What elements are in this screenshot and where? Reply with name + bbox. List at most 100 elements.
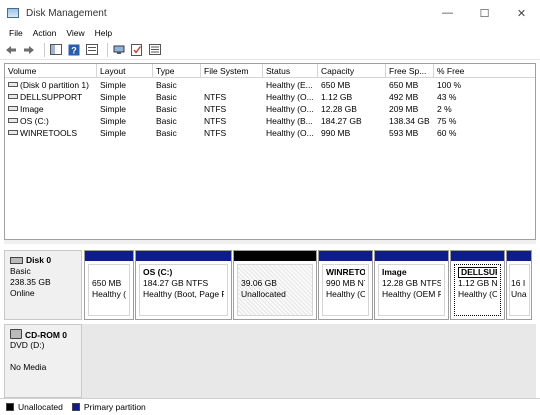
partition-image[interactable]: Image 12.28 GB NTFS Healthy (OEM Pa xyxy=(374,250,449,320)
status-cell: Healthy (B... xyxy=(266,116,313,126)
legend: Unallocated Primary partition xyxy=(0,398,540,415)
partition-size: 650 MB xyxy=(92,278,122,288)
graphical-disk-view: Disk 0 Basic 238.35 GB Online 650 MB Hea… xyxy=(4,246,536,398)
percent-free-cell: 2 % xyxy=(437,104,452,114)
forward-arrow-icon[interactable] xyxy=(22,43,36,57)
free-space-cell: 209 MB xyxy=(389,104,419,114)
partition-bar xyxy=(234,251,316,261)
list-icon[interactable] xyxy=(148,43,162,57)
partition-status: Healthy (OE xyxy=(326,289,365,299)
cd-rom-icon xyxy=(10,329,22,339)
toolbar-separator xyxy=(107,42,108,57)
partition-bar xyxy=(85,251,133,261)
percent-free-cell: 60 % xyxy=(437,128,457,138)
capacity-cell: 12.28 GB xyxy=(321,104,357,114)
splitter-bar[interactable] xyxy=(4,240,536,244)
back-arrow-icon[interactable] xyxy=(4,43,18,57)
disk-name: Disk 0 xyxy=(26,255,52,265)
volume-list[interactable]: Volume Layout Type File System Status Ca… xyxy=(4,63,536,240)
legend-label: Primary partition xyxy=(83,402,146,412)
partition-unallocated[interactable]: 39.06 GB Unallocated xyxy=(233,250,317,320)
type-cell: Basic xyxy=(156,92,177,102)
partition-name: WINRETOO xyxy=(326,267,365,277)
connect-icon[interactable] xyxy=(112,43,126,57)
check-icon[interactable] xyxy=(130,43,144,57)
volume-name: OS (C:) xyxy=(20,116,49,126)
partition-size: 12.28 GB NTFS xyxy=(382,278,441,288)
partition-trailing[interactable]: 16 I Una xyxy=(506,250,532,320)
type-cell: Basic xyxy=(156,80,177,90)
file-system-cell: NTFS xyxy=(204,128,227,138)
column-header-capacity[interactable]: Capacity xyxy=(318,64,386,78)
menu-action[interactable]: Action xyxy=(28,28,62,38)
console-tree-icon[interactable] xyxy=(49,43,63,57)
menu-bar: File Action View Help xyxy=(0,26,540,40)
layout-cell: Simple xyxy=(100,104,126,114)
table-row[interactable]: DELLSUPPORT Simple Basic NTFS Healthy (O… xyxy=(5,91,535,103)
column-header-free-space[interactable]: Free Sp... xyxy=(386,64,434,78)
disk-0-label[interactable]: Disk 0 Basic 238.35 GB Online xyxy=(4,250,82,320)
maximize-button[interactable]: ☐ xyxy=(466,0,503,26)
table-row[interactable]: WINRETOOLS Simple Basic NTFS Healthy (O.… xyxy=(5,127,535,139)
table-row[interactable]: OS (C:) Simple Basic NTFS Healthy (B... … xyxy=(5,115,535,127)
partition-status: Una xyxy=(511,289,527,299)
column-header-status[interactable]: Status xyxy=(263,64,318,78)
properties-icon[interactable] xyxy=(85,43,99,57)
toolbar: ? xyxy=(0,40,540,60)
minimize-button[interactable]: — xyxy=(429,0,466,26)
cdrom-name: CD-ROM 0 xyxy=(25,330,68,340)
partition-dellsupport[interactable]: DELLSUPPORT 1.12 GB NTI Healthy (OE xyxy=(450,250,505,320)
column-header-volume[interactable]: Volume xyxy=(5,64,97,78)
layout-cell: Simple xyxy=(100,92,126,102)
partition-recovery[interactable]: 650 MB Healthy (EI xyxy=(84,250,134,320)
partition-name: Image xyxy=(382,267,407,277)
layout-cell: Simple xyxy=(100,128,126,138)
partition-winretools[interactable]: WINRETOO 990 MB NT Healthy (OE xyxy=(318,250,373,320)
layout-cell: Simple xyxy=(100,80,126,90)
column-header-file-system[interactable]: File System xyxy=(201,64,263,78)
volume-cell: WINRETOOLS xyxy=(5,127,97,139)
capacity-cell: 990 MB xyxy=(321,128,351,138)
partition-status: Healthy (OE xyxy=(458,289,497,299)
free-space-cell: 593 MB xyxy=(389,128,419,138)
partition-size: 184.27 GB NTFS xyxy=(143,278,209,288)
file-system-cell: NTFS xyxy=(204,116,227,126)
capacity-cell: 1.12 GB xyxy=(321,92,353,102)
legend-swatch-primary xyxy=(71,403,80,411)
type-cell: Basic xyxy=(156,104,177,114)
cdrom-drive: DVD (D:) xyxy=(10,340,45,350)
capacity-cell: 184.27 GB xyxy=(321,116,362,126)
column-header-percent-free[interactable]: % Free xyxy=(434,64,535,78)
help-icon[interactable]: ? xyxy=(67,43,81,57)
status-cell: Healthy (O... xyxy=(266,128,314,138)
status-cell: Healthy (O... xyxy=(266,92,314,102)
close-button[interactable]: ✕ xyxy=(503,0,540,26)
free-space-cell: 492 MB xyxy=(389,92,419,102)
table-row[interactable]: (Disk 0 partition 1) Simple Basic Health… xyxy=(5,79,535,91)
menu-view[interactable]: View xyxy=(61,28,89,38)
volume-cell: OS (C:) xyxy=(5,115,97,127)
cdrom-0-area[interactable] xyxy=(82,324,536,398)
partition-name: OS (C:) xyxy=(143,267,173,277)
partition-bar xyxy=(136,251,231,261)
partition-status: Healthy (Boot, Page Fil xyxy=(143,289,224,299)
volume-name: Image xyxy=(20,104,44,114)
menu-file[interactable]: File xyxy=(4,28,28,38)
column-header-type[interactable]: Type xyxy=(153,64,201,78)
partition-name: DELLSUPPORT xyxy=(458,267,497,278)
partition-os[interactable]: OS (C:) 184.27 GB NTFS Healthy (Boot, Pa… xyxy=(135,250,232,320)
volume-icon xyxy=(8,106,18,111)
file-system-cell: NTFS xyxy=(204,92,227,102)
partition-bar xyxy=(507,251,531,261)
column-header-layout[interactable]: Layout xyxy=(97,64,153,78)
free-space-cell: 650 MB xyxy=(389,80,419,90)
table-row[interactable]: Image Simple Basic NTFS Healthy (O... 12… xyxy=(5,103,535,115)
partition-size: 39.06 GB xyxy=(241,278,277,288)
percent-free-cell: 43 % xyxy=(437,92,457,102)
volume-name: (Disk 0 partition 1) xyxy=(20,80,89,90)
cdrom-0-label[interactable]: CD-ROM 0 DVD (D:) No Media xyxy=(4,324,82,398)
partition-size: 1.12 GB NTI xyxy=(458,278,497,288)
menu-help[interactable]: Help xyxy=(90,28,117,38)
legend-label: Unallocated xyxy=(18,402,63,412)
volume-name: WINRETOOLS xyxy=(20,128,77,138)
